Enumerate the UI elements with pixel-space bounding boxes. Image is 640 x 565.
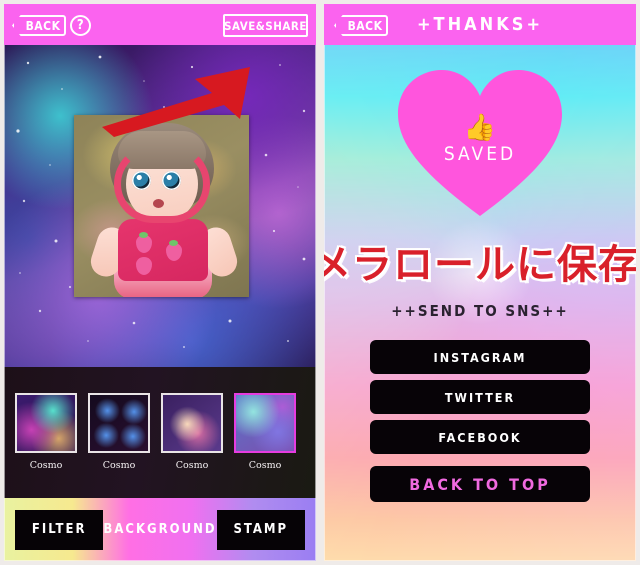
back-button[interactable]: BACK bbox=[12, 15, 66, 36]
doll-photo[interactable] bbox=[74, 115, 249, 297]
saved-heart: 👍 SAVED bbox=[396, 66, 564, 218]
background-label-3: Cosmo bbox=[248, 460, 282, 471]
screenshot-root: BACK ? SAVE&SHARE Cosmo Cosmo Cosmo Cosm… bbox=[0, 0, 640, 565]
background-thumbnail-2[interactable] bbox=[161, 393, 223, 453]
facebook-label: FACEBOOK bbox=[438, 429, 522, 445]
background-list: Cosmo Cosmo Cosmo Cosmo bbox=[4, 367, 316, 471]
back-to-top-label: BACK TO TOP bbox=[409, 474, 551, 494]
help-button[interactable]: ? bbox=[70, 15, 91, 36]
save-and-share-button[interactable]: SAVE&SHARE bbox=[223, 14, 308, 37]
twitter-label: TWITTER bbox=[444, 389, 516, 405]
heart-content: 👍 SAVED bbox=[396, 114, 564, 165]
thanks-screen: BACK +THANKS+ 👍 SAVED カメラロールに保存 ++SEND T… bbox=[324, 4, 636, 561]
editor-screen: BACK ? SAVE&SHARE Cosmo Cosmo Cosmo Cosm… bbox=[4, 4, 316, 561]
tab-filter[interactable]: FILTER bbox=[15, 509, 104, 550]
background-item-2[interactable]: Cosmo bbox=[161, 393, 223, 471]
instagram-label: INSTAGRAM bbox=[433, 349, 527, 365]
facebook-button[interactable]: FACEBOOK bbox=[370, 420, 590, 454]
background-item-0[interactable]: Cosmo bbox=[15, 393, 77, 471]
thumbs-up-icon: 👍 bbox=[463, 112, 497, 142]
tab-stamp-label: STAMP bbox=[233, 522, 289, 537]
back-to-top-button[interactable]: BACK TO TOP bbox=[370, 466, 590, 502]
tab-stamp[interactable]: STAMP bbox=[216, 509, 305, 550]
save-and-share-label: SAVE&SHARE bbox=[224, 18, 307, 33]
tab-filter-label: FILTER bbox=[31, 522, 87, 537]
background-label-0: Cosmo bbox=[29, 460, 63, 471]
help-icon: ? bbox=[76, 18, 85, 33]
editor-header: BACK ? SAVE&SHARE bbox=[4, 4, 316, 45]
send-to-sns-title: ++SEND TO SNS++ bbox=[391, 302, 569, 320]
tab-background-label: BACKGROUND bbox=[103, 522, 217, 537]
editor-tab-bar: FILTER BACKGROUND STAMP bbox=[4, 498, 316, 561]
thanks-header: BACK +THANKS+ bbox=[324, 4, 636, 45]
back-button-label: BACK bbox=[25, 18, 61, 33]
saved-to-camera-roll-text: カメラロールに保存 bbox=[324, 242, 636, 288]
photo-canvas[interactable] bbox=[4, 45, 316, 367]
background-item-3[interactable]: Cosmo bbox=[234, 393, 296, 471]
twitter-button[interactable]: TWITTER bbox=[370, 380, 590, 414]
background-thumbnail-3[interactable] bbox=[234, 393, 296, 453]
background-thumbnail-1[interactable] bbox=[88, 393, 150, 453]
background-label-2: Cosmo bbox=[175, 460, 209, 471]
background-thumbnail-0[interactable] bbox=[15, 393, 77, 453]
saved-label: SAVED bbox=[443, 143, 517, 165]
tab-background[interactable]: BACKGROUND bbox=[103, 510, 216, 550]
instagram-button[interactable]: INSTAGRAM bbox=[370, 340, 590, 374]
background-thumbnail-strip: Cosmo Cosmo Cosmo Cosmo bbox=[4, 367, 316, 506]
background-label-1: Cosmo bbox=[102, 460, 136, 471]
background-item-1[interactable]: Cosmo bbox=[88, 393, 150, 471]
thanks-title: +THANKS+ bbox=[416, 14, 544, 35]
